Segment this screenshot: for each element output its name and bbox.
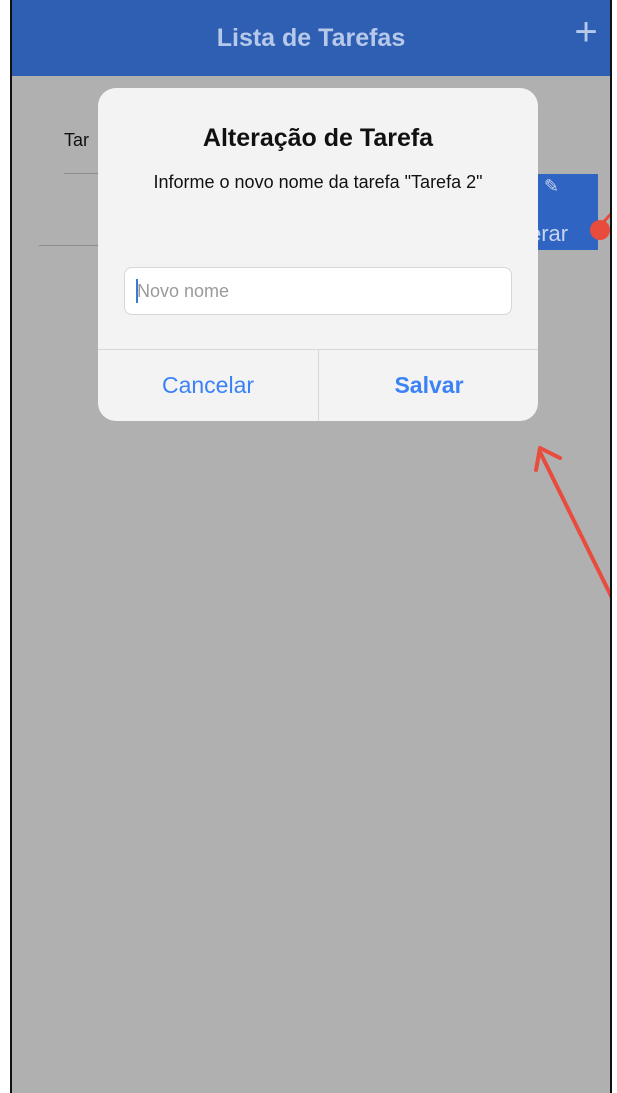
dialog-title: Alteração de Tarefa: [202, 124, 434, 152]
page-title: Lista de Tarefas: [216, 24, 406, 52]
dialog-message: Informe o novo nome da tarefa "Tarefa 2": [153, 172, 483, 192]
annotation-arrow-line: [602, 198, 610, 223]
phone-screen: Lista de Tarefas + Tar ✎ erar Alteração …: [10, 0, 612, 1093]
text-cursor: [136, 279, 138, 303]
annotation-arrow-dot: [590, 220, 610, 240]
pencil-icon: ✎: [544, 176, 560, 196]
navigation-bar: Lista de Tarefas +: [12, 0, 610, 76]
plus-icon[interactable]: +: [568, 12, 604, 52]
save-button[interactable]: Salvar: [319, 350, 538, 421]
new-name-input[interactable]: [124, 267, 512, 315]
cancel-button[interactable]: Cancelar: [98, 350, 318, 421]
list-item-label: Tar: [64, 130, 90, 150]
edit-task-dialog: Alteração de Tarefa Informe o novo nome …: [98, 88, 538, 421]
